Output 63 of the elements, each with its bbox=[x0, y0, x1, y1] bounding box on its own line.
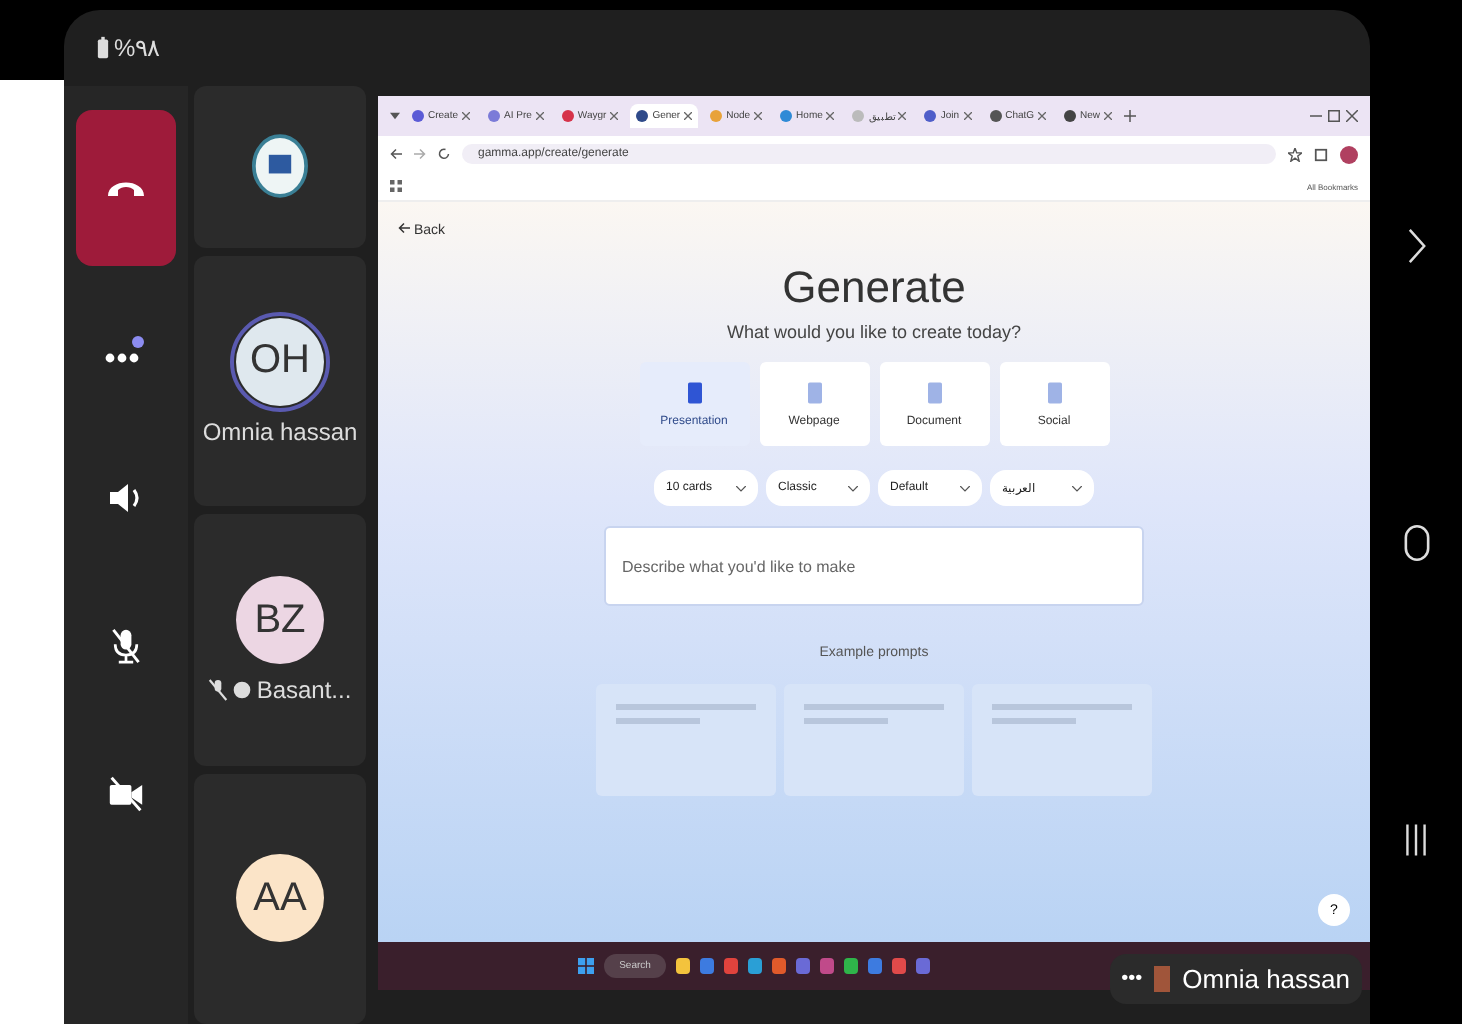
close-icon[interactable] bbox=[826, 112, 835, 120]
app-icon[interactable] bbox=[772, 958, 787, 974]
avatar: AA bbox=[236, 854, 324, 943]
app-icon[interactable] bbox=[676, 958, 691, 974]
more-dots[interactable]: ••• bbox=[1121, 968, 1143, 990]
close-icon[interactable] bbox=[535, 112, 544, 120]
emblem-icon bbox=[252, 134, 308, 199]
close-icon[interactable] bbox=[462, 112, 471, 120]
document-icon bbox=[1047, 381, 1061, 403]
battery-icon bbox=[96, 36, 110, 60]
windows-icon[interactable] bbox=[577, 958, 594, 974]
battery-level: %٩٨ bbox=[114, 34, 160, 62]
minimize-icon[interactable] bbox=[1310, 110, 1322, 122]
avatar: OH bbox=[236, 317, 324, 406]
close-icon[interactable] bbox=[684, 112, 693, 120]
close-icon[interactable] bbox=[1104, 112, 1113, 120]
close-icon[interactable] bbox=[1038, 112, 1047, 120]
document-icon bbox=[687, 381, 701, 403]
dots-icon bbox=[104, 336, 148, 364]
participant-name: Omnia hassan bbox=[202, 417, 358, 446]
maximize-icon[interactable] bbox=[1328, 110, 1340, 122]
profile-avatar[interactable] bbox=[1340, 145, 1358, 163]
presenter-name: Omnia hassan bbox=[1182, 964, 1350, 994]
avatar: BZ bbox=[236, 576, 324, 664]
app-icon[interactable] bbox=[868, 958, 883, 974]
app-icon[interactable] bbox=[844, 958, 859, 974]
close-icon[interactable] bbox=[963, 112, 972, 120]
recent-apps-icon[interactable] bbox=[1404, 821, 1428, 857]
chevron-down-icon bbox=[736, 485, 746, 491]
chevron-down-icon bbox=[1072, 485, 1082, 491]
close-icon[interactable] bbox=[754, 112, 763, 120]
prompt-field[interactable]: Describe what you'd like to make bbox=[604, 526, 1144, 606]
page-subtitle: What would you like to create today? bbox=[726, 322, 1022, 342]
apps-grid-icon[interactable] bbox=[390, 180, 402, 192]
participant-name: Basant... bbox=[256, 676, 352, 704]
participant-tile[interactable]: OH Omnia hassan bbox=[194, 255, 366, 507]
video-thumbnail bbox=[1154, 966, 1171, 992]
close-icon[interactable] bbox=[1346, 110, 1358, 122]
caret-icon[interactable] bbox=[390, 112, 400, 120]
participant-tile[interactable]: BZ Basant... bbox=[194, 514, 366, 766]
close-icon[interactable] bbox=[898, 112, 907, 120]
app-icon[interactable] bbox=[892, 958, 907, 974]
person-icon bbox=[232, 680, 253, 700]
forward-icon[interactable] bbox=[1407, 227, 1425, 263]
chevron-down-icon bbox=[960, 485, 970, 491]
participant-tile[interactable]: AA bbox=[194, 773, 366, 1024]
back-arrow-icon[interactable] bbox=[390, 148, 402, 160]
participant-tile[interactable] bbox=[194, 86, 366, 248]
star-icon[interactable] bbox=[1288, 147, 1302, 161]
document-icon bbox=[927, 381, 941, 403]
document-icon bbox=[807, 381, 821, 403]
plus-icon[interactable] bbox=[1124, 110, 1137, 122]
reload-icon[interactable] bbox=[438, 148, 450, 160]
app-icon[interactable] bbox=[748, 958, 763, 974]
back-arrow-icon bbox=[398, 222, 410, 234]
app-icon[interactable] bbox=[700, 958, 715, 974]
chevron-down-icon bbox=[848, 485, 858, 491]
close-icon[interactable] bbox=[610, 112, 619, 120]
extensions-icon[interactable] bbox=[1314, 147, 1328, 161]
mic-off-icon bbox=[108, 626, 144, 666]
page-title: Generate bbox=[782, 262, 966, 314]
home-icon[interactable] bbox=[1403, 523, 1429, 561]
camera-off-icon bbox=[106, 776, 146, 812]
